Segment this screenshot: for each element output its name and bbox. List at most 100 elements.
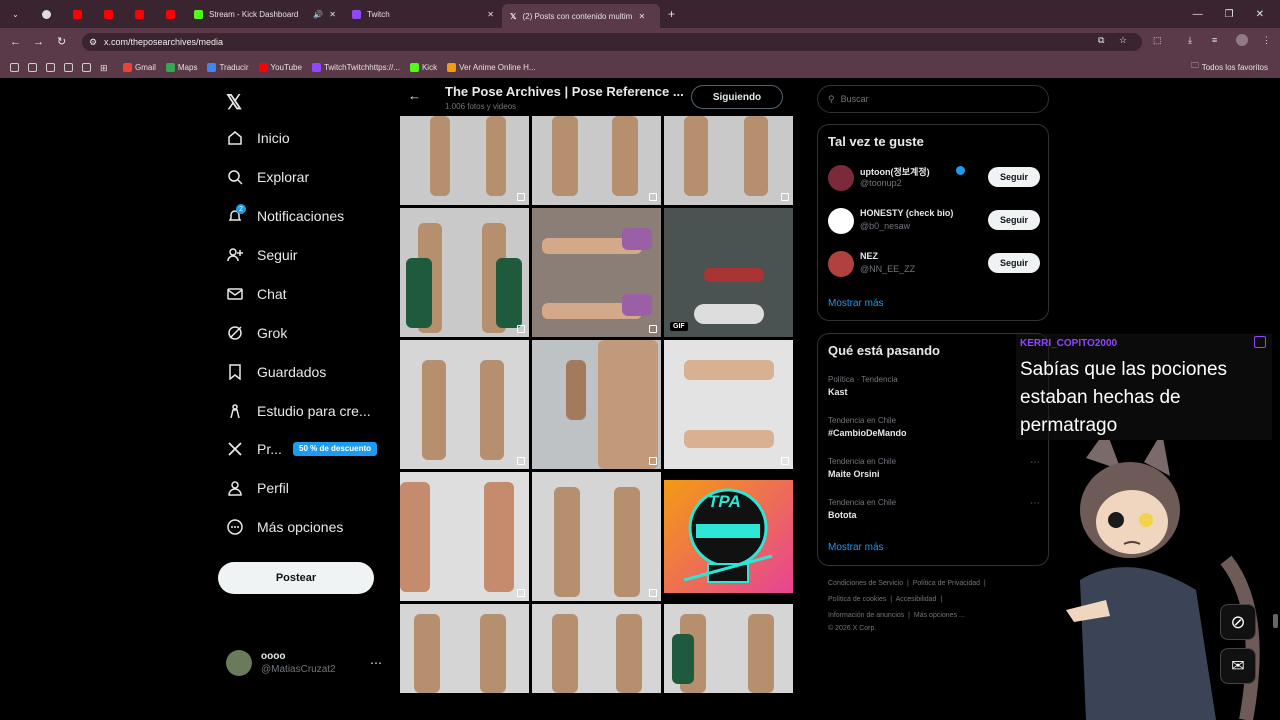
media-item[interactable] — [400, 472, 529, 601]
tab-twitch[interactable]: Twitch ✕ — [344, 3, 502, 25]
show-more-link[interactable]: Mostrar más — [828, 298, 884, 309]
media-item[interactable] — [400, 340, 529, 469]
close-window-icon[interactable]: ✕ — [1256, 9, 1264, 20]
reload-icon[interactable]: ↻ — [57, 35, 66, 48]
nav-chat[interactable]: Chat — [227, 286, 287, 302]
account-menu-icon[interactable]: ⋯ — [370, 656, 382, 670]
footer-link[interactable]: Más opciones ... — [914, 612, 965, 619]
trend-options-icon[interactable]: ⋯ — [1030, 457, 1040, 468]
trend-item[interactable]: Tendencia en Chile #CambioDeMando — [828, 416, 1040, 438]
tab-list-button[interactable]: ⌄ — [0, 3, 31, 25]
trend-item[interactable]: Tendencia en Chile Maite Orsini ⋯ — [828, 457, 1040, 479]
footer-links: Política de cookies | Accesibilidad | — [828, 596, 943, 603]
forward-icon[interactable]: → — [33, 36, 44, 48]
download-icon[interactable]: ⤓ — [1188, 35, 1192, 46]
follow-button[interactable]: Seguir — [988, 167, 1040, 187]
media-item[interactable]: TPA — [664, 472, 793, 601]
media-item[interactable] — [400, 116, 529, 205]
media-item[interactable] — [400, 604, 529, 693]
footer-link[interactable]: Política de Privacidad — [913, 580, 980, 587]
media-item[interactable] — [664, 116, 793, 205]
restore-icon[interactable]: ❐ — [1225, 9, 1234, 20]
tab-x-media[interactable]: 𝕏 (2) Posts con contenido multim ✕ — [502, 4, 660, 28]
avatar[interactable] — [226, 650, 252, 676]
nav-home[interactable]: Inicio — [227, 130, 290, 146]
bookmark-icon[interactable] — [46, 62, 55, 72]
bookmark-icon[interactable] — [64, 62, 73, 72]
nav-creator-studio[interactable]: Estudio para cre... — [227, 403, 371, 419]
nav-premium[interactable]: Pr... — [227, 441, 282, 457]
extensions-icon[interactable]: ⬚ — [1153, 35, 1162, 46]
maps-icon — [165, 62, 175, 72]
footer-link[interactable]: Información de anuncios — [828, 612, 904, 619]
suggested-user[interactable]: uptoon(정보계정) @toonup2 Seguir — [828, 163, 1040, 195]
mail-icon — [227, 288, 243, 300]
back-arrow-icon[interactable]: ← — [408, 88, 421, 103]
nav-more[interactable]: Más opciones — [227, 519, 343, 535]
close-icon[interactable]: ✕ — [638, 12, 645, 21]
profile-avatar[interactable] — [1236, 34, 1248, 46]
scrollbar-thumb[interactable] — [1273, 614, 1278, 628]
close-icon[interactable]: ✕ — [329, 10, 336, 19]
trend-options-icon[interactable]: ⋯ — [1030, 498, 1040, 509]
bookmark-kick[interactable]: Kick — [409, 62, 437, 72]
nav-grok[interactable]: Grok — [227, 325, 287, 341]
bookmark-icon[interactable] — [10, 62, 19, 72]
pinned-tab-youtube[interactable] — [124, 3, 155, 25]
bookmark-gmail[interactable]: Gmail — [123, 62, 156, 72]
trend-item[interactable]: Política · Tendencia Kast — [828, 375, 1040, 397]
pinned-tab-youtube[interactable] — [155, 3, 186, 25]
nav-explore[interactable]: Explorar — [227, 169, 309, 185]
media-item[interactable] — [532, 472, 661, 601]
follow-button[interactable]: Seguir — [988, 210, 1040, 230]
footer-link[interactable]: Política de cookies — [828, 596, 886, 603]
tab-kick-dashboard[interactable]: Stream - Kick Dashboard 🔊 ✕ — [186, 3, 344, 25]
bookmark-youtube[interactable]: YouTube — [258, 62, 302, 72]
mail-icon[interactable]: ✉ — [1220, 648, 1256, 684]
back-icon[interactable]: ← — [10, 36, 21, 48]
minimize-icon[interactable]: — — [1193, 9, 1203, 20]
media-item[interactable]: GIF — [664, 208, 793, 337]
new-tab-button[interactable]: + — [660, 3, 683, 25]
media-item[interactable] — [532, 340, 661, 469]
nav-follow[interactable]: Seguir — [227, 247, 297, 263]
media-item[interactable] — [400, 208, 529, 337]
media-item[interactable] — [664, 604, 793, 693]
media-item[interactable] — [532, 116, 661, 205]
apps-icon[interactable]: ⊞ — [100, 63, 109, 73]
url-field[interactable]: ⚙ x.com/theposearchives/media — [82, 33, 1142, 51]
menu-icon[interactable]: ⋮ — [1262, 35, 1271, 46]
bookmark-maps[interactable]: Maps — [165, 62, 197, 72]
bookmark-icon[interactable] — [82, 62, 91, 72]
media-item[interactable] — [532, 208, 661, 337]
pinned-tab[interactable] — [31, 3, 62, 25]
media-control-icon[interactable]: ≡ — [1212, 35, 1217, 45]
install-icon[interactable]: ⧉ — [1098, 35, 1104, 46]
pinned-tab-youtube[interactable] — [93, 3, 124, 25]
following-button[interactable]: Siguiendo — [691, 85, 783, 109]
x-logo-icon[interactable]: 𝕏 — [226, 90, 242, 115]
all-bookmarks[interactable]: 🗀 Todos los favoritos — [1191, 60, 1268, 74]
suggested-user[interactable]: HONESTY (check bio) @b0_nesaw Seguir — [828, 206, 1040, 238]
follow-button[interactable]: Seguir — [988, 253, 1040, 273]
bookmark-twitch[interactable]: TwitchTwitchhttps://... — [311, 62, 400, 72]
post-button[interactable]: Postear — [218, 562, 374, 594]
trend-item[interactable]: Tendencia en Chile Botota ⋯ — [828, 498, 1040, 520]
grok-icon[interactable]: ⊘ — [1220, 604, 1256, 640]
nav-profile[interactable]: Perfil — [227, 480, 289, 496]
close-icon[interactable]: ✕ — [487, 10, 494, 19]
footer-link[interactable]: Condiciones de Servicio — [828, 580, 903, 587]
show-more-link[interactable]: Mostrar más — [828, 542, 884, 553]
media-item[interactable] — [532, 604, 661, 693]
search-input[interactable]: ⚲ Buscar — [817, 85, 1049, 113]
suggested-user[interactable]: NEZ @NN_EE_ZZ Seguir — [828, 249, 1040, 281]
nav-bookmarks[interactable]: Guardados — [227, 364, 326, 380]
bookmark-translate[interactable]: Traducir — [207, 62, 249, 72]
bookmark-icon[interactable] — [28, 62, 37, 72]
bookmark-anime[interactable]: Ver Anime Online H... — [447, 62, 536, 72]
footer-link[interactable]: Accesibilidad — [896, 596, 937, 603]
bookmark-star-icon[interactable]: ☆ — [1119, 35, 1127, 46]
media-item[interactable] — [664, 340, 793, 469]
site-info-icon[interactable]: ⚙ — [89, 33, 97, 51]
pinned-tab-youtube[interactable] — [62, 3, 93, 25]
